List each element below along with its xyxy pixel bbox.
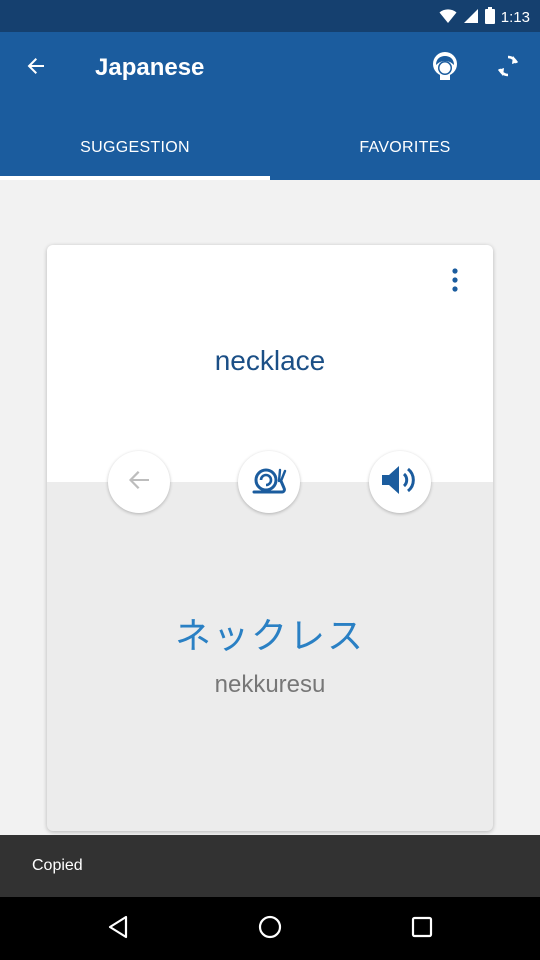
refresh-icon — [495, 53, 521, 84]
nav-recents-button[interactable] — [399, 906, 445, 952]
nav-back-button[interactable] — [95, 906, 141, 952]
status-bar: 1:13 — [0, 0, 540, 32]
previous-button[interactable] — [108, 451, 170, 513]
nav-home-button[interactable] — [247, 906, 293, 952]
card-top: necklace — [47, 245, 493, 482]
play-audio-button[interactable] — [369, 451, 431, 513]
slow-audio-button[interactable] — [238, 451, 300, 513]
speaker-icon — [380, 463, 420, 502]
wifi-icon — [439, 8, 457, 29]
tab-favorites[interactable]: FAVORITES — [270, 120, 540, 180]
nav-back-icon — [107, 915, 129, 944]
nav-home-icon — [258, 915, 282, 944]
profile-icon — [430, 51, 460, 86]
page-title: Japanese — [95, 54, 205, 81]
card-menu-button[interactable] — [439, 265, 471, 299]
more-vertical-icon — [452, 267, 458, 297]
previous-arrow-icon — [126, 467, 152, 498]
signal-icon — [463, 8, 479, 29]
snackbar: Copied — [0, 835, 540, 897]
flashcard: necklace ネックレス nekkuresu — [47, 245, 493, 831]
refresh-button[interactable] — [486, 46, 530, 90]
status-icons: 1:13 — [439, 7, 530, 29]
arrow-back-icon — [26, 56, 46, 81]
tab-suggestion[interactable]: SUGGESTION — [0, 120, 270, 180]
romanization: nekkuresu — [214, 671, 326, 698]
navigation-bar — [0, 897, 540, 960]
english-word: necklace — [214, 345, 326, 376]
tab-bar: SUGGESTION FAVORITES — [0, 120, 540, 180]
snackbar-message: Copied — [32, 857, 83, 874]
nav-recents-icon — [411, 916, 433, 943]
japanese-translation: ネックレス — [174, 616, 365, 657]
snail-icon — [251, 465, 287, 500]
profile-button[interactable] — [423, 46, 467, 90]
back-button[interactable] — [14, 46, 58, 90]
app-bar: Japanese SUGGESTION FAVORITES — [0, 32, 540, 180]
status-time: 1:13 — [500, 9, 530, 26]
battery-icon — [484, 7, 495, 29]
